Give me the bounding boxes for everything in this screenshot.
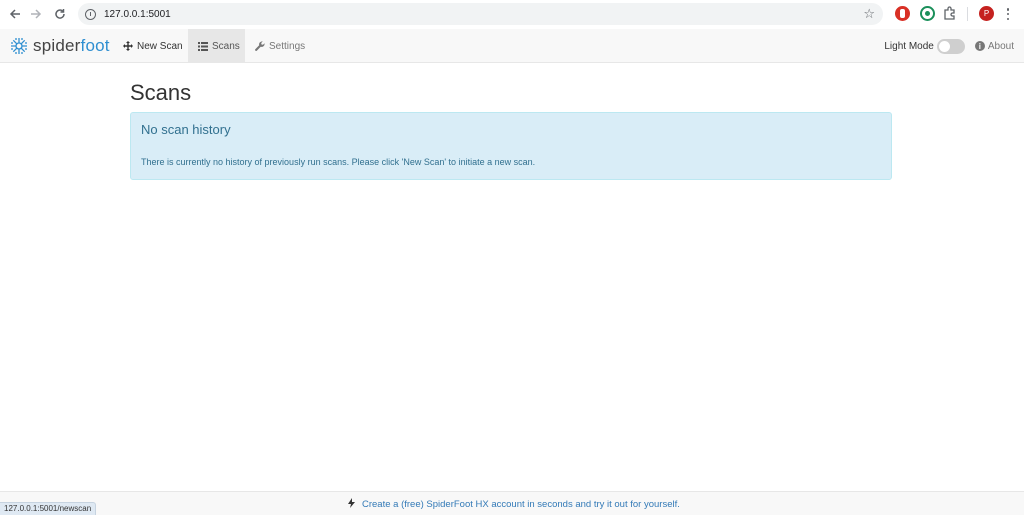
toolbar-divider bbox=[967, 7, 968, 21]
browser-menu-icon[interactable] bbox=[1003, 6, 1013, 22]
spiderfoot-logo-icon bbox=[11, 38, 27, 54]
hx-promo-link[interactable]: Create a (free) SpiderFoot HX account in… bbox=[348, 498, 680, 511]
hx-promo-text[interactable]: Create a (free) SpiderFoot HX account in… bbox=[362, 499, 680, 510]
bookmark-star-icon[interactable]: ☆ bbox=[863, 6, 875, 22]
back-arrow-icon[interactable] bbox=[6, 5, 24, 23]
browser-toolbar: 127.0.0.1:5001 ☆ P bbox=[0, 0, 1024, 29]
light-mode-toggle[interactable] bbox=[936, 38, 965, 54]
alert-body: There is currently no history of previou… bbox=[141, 157, 536, 167]
no-scan-history-alert: No scan history There is currently no hi… bbox=[130, 112, 892, 180]
site-info-icon[interactable] bbox=[85, 8, 96, 20]
list-icon bbox=[198, 41, 208, 51]
page-title: Scans bbox=[130, 80, 192, 105]
nav-scans[interactable]: Scans bbox=[188, 29, 245, 63]
extension-green-icon[interactable] bbox=[920, 6, 935, 21]
brand-logo-link[interactable]: spider foot bbox=[9, 35, 110, 57]
light-mode-label: Light Mode bbox=[884, 40, 934, 52]
extensions-puzzle-icon[interactable] bbox=[943, 6, 957, 23]
nav-about[interactable]: i About bbox=[974, 40, 1014, 52]
nav-settings-label: Settings bbox=[269, 40, 306, 52]
move-arrows-icon bbox=[123, 41, 133, 51]
address-bar[interactable]: 127.0.0.1:5001 ☆ bbox=[78, 3, 883, 25]
wrench-icon bbox=[255, 41, 265, 51]
nav-new-scan-label: New Scan bbox=[137, 40, 183, 52]
status-bar-url: 127.0.0.1:5001/newscan bbox=[0, 502, 97, 515]
profile-avatar[interactable]: P bbox=[979, 6, 994, 21]
nav-scans-label: Scans bbox=[212, 40, 240, 52]
nav-about-label: About bbox=[987, 40, 1014, 52]
address-url[interactable]: 127.0.0.1:5001 bbox=[104, 9, 171, 20]
nav-settings[interactable]: Settings bbox=[245, 29, 315, 63]
brand-name-foot: foot bbox=[80, 36, 110, 55]
question-circle-icon: i bbox=[974, 41, 985, 51]
nav-new-scan[interactable]: New Scan bbox=[113, 29, 193, 63]
page-footer: Create a (free) SpiderFoot HX account in… bbox=[0, 491, 1024, 515]
alert-heading: No scan history bbox=[141, 122, 231, 137]
navbar-right: Light Mode i About bbox=[884, 29, 1014, 63]
reload-icon[interactable] bbox=[51, 5, 69, 23]
forward-arrow-icon[interactable] bbox=[27, 5, 45, 23]
app-navbar: spider foot New Scan Scans Settings Ligh… bbox=[0, 29, 1024, 63]
extension-red-icon[interactable] bbox=[895, 6, 910, 21]
brand-name-spider: spider bbox=[33, 36, 81, 55]
bolt-icon bbox=[348, 498, 355, 511]
